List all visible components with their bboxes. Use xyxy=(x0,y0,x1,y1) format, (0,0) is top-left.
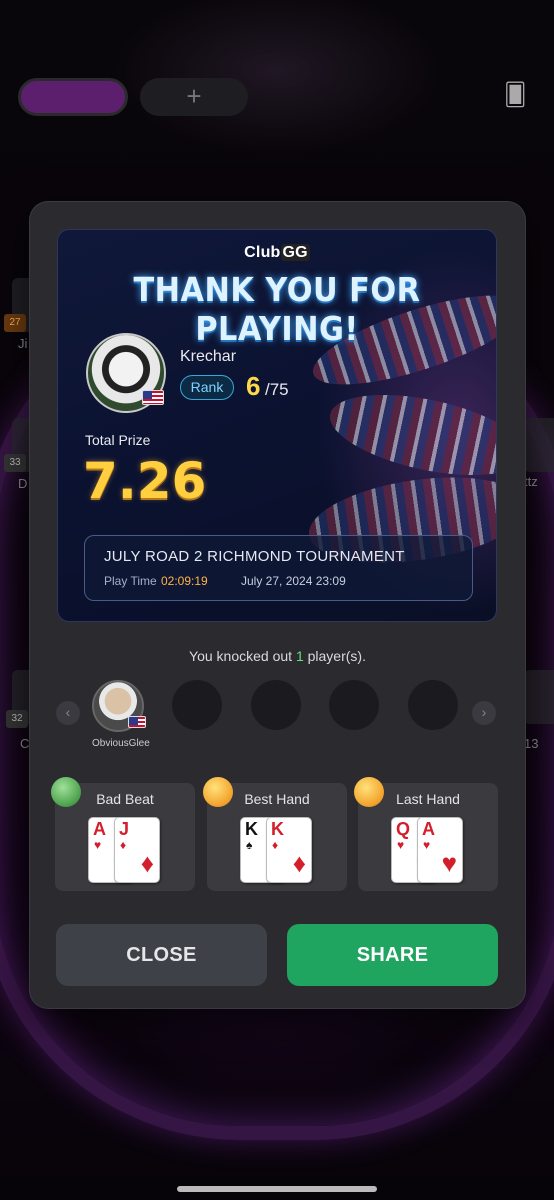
total-prize-label: Total Prize xyxy=(85,432,151,448)
home-indicator[interactable] xyxy=(177,1186,377,1192)
knocked-player-name: ObviousGlee xyxy=(92,738,150,749)
bad-beat-hand[interactable]: Bad Beat A♥♥ J♦♦ xyxy=(51,777,195,891)
seat-right-1 xyxy=(524,418,554,472)
clubgg-logo: Club GG xyxy=(244,244,310,261)
rank-label: Rank xyxy=(180,375,234,400)
seat-name: ttz xyxy=(524,474,538,489)
playing-card: A♥♥ xyxy=(417,817,463,883)
last-hand[interactable]: Last Hand Q♥♥ A♥♥ xyxy=(354,777,498,891)
tournament-result-dialog: Club GG THANK YOU FOR PLAYING! Krechar Ra… xyxy=(30,202,525,1008)
player-name: Krechar xyxy=(180,348,237,365)
seat-name: Ji xyxy=(18,336,28,351)
add-table-button[interactable]: + xyxy=(140,78,248,116)
chevron-right-icon[interactable]: › xyxy=(472,701,496,725)
share-button[interactable]: SHARE xyxy=(287,924,498,986)
tournament-date: July 27, 2024 23:09 xyxy=(241,574,346,588)
seat-name: D xyxy=(18,476,28,491)
tournament-info-box: JULY ROAD 2 RICHMOND TOURNAMENT Play Tim… xyxy=(84,535,473,601)
result-hero-card: Club GG THANK YOU FOR PLAYING! Krechar Ra… xyxy=(57,229,497,622)
rank-total: /75 xyxy=(265,380,289,399)
play-time-value: 02:09:19 xyxy=(161,574,208,588)
seat-badge: 27 xyxy=(4,314,26,332)
seat-badge: 32 xyxy=(6,710,28,728)
knocked-out-players-row: ‹ ObviousGlee › xyxy=(52,674,502,754)
seat-name: C xyxy=(20,736,30,751)
total-prize-value: 7.26 xyxy=(83,452,207,510)
playing-card: K ♦ ♦ xyxy=(266,817,312,883)
us-flag-icon xyxy=(142,390,164,405)
seat-name: 13 xyxy=(524,736,539,751)
hand-history-icon[interactable]: 🂠 xyxy=(504,82,532,112)
chevron-left-icon[interactable]: ‹ xyxy=(56,701,80,725)
seat-badge: 33 xyxy=(4,454,26,472)
rank-value: 6 xyxy=(246,371,261,401)
knockout-summary: You knocked out 1 player(s). xyxy=(189,648,366,664)
best-hand[interactable]: Best Hand K♠♠ K♦♦ xyxy=(203,777,347,891)
seat-right-2 xyxy=(524,670,554,724)
play-time-label: Play Time xyxy=(104,574,157,588)
hand-title: Last Hand xyxy=(396,791,460,807)
table-tab-active[interactable] xyxy=(18,78,128,116)
empty-knockout-slot xyxy=(329,680,379,730)
hand-title: Bad Beat xyxy=(96,791,154,807)
tournament-name: JULY ROAD 2 RICHMOND TOURNAMENT xyxy=(104,548,405,565)
empty-knockout-slot xyxy=(251,680,301,730)
hand-title: Best Hand xyxy=(244,791,310,807)
us-flag-icon xyxy=(128,716,146,728)
playing-card: J ♦ ♦ xyxy=(114,817,160,883)
knockout-count: 1 xyxy=(295,648,304,664)
empty-knockout-slot xyxy=(172,680,222,730)
chip-tower-graphic xyxy=(322,379,496,491)
close-button[interactable]: CLOSE xyxy=(56,924,267,986)
table-top-bar: + 🂠 xyxy=(18,78,536,118)
empty-knockout-slot xyxy=(408,680,458,730)
